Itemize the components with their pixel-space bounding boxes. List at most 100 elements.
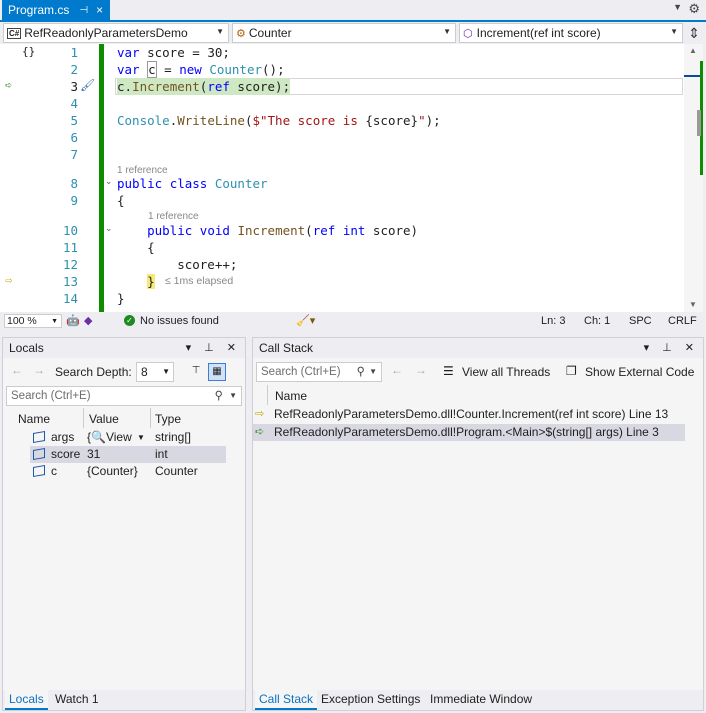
tab-program-cs[interactable]: Program.cs ⊣ × (2, 0, 110, 20)
panel-title: Call Stack (259, 341, 314, 355)
code-line: 11 { (0, 239, 703, 256)
extension-icon[interactable]: ◆ (84, 314, 92, 327)
line-number: 2 (70, 62, 78, 77)
call-stack-frame[interactable]: ⇨ RefReadonlyParametersDemo.dll!Counter.… (253, 406, 685, 423)
line-number: 14 (62, 291, 78, 306)
search-placeholder: Search (Ctrl+E) (11, 390, 91, 402)
code-line: 6 (0, 129, 703, 146)
tab-locals[interactable]: Locals (5, 690, 48, 710)
line-number: 5 (70, 113, 78, 128)
pin-icon[interactable]: ⊣ (79, 5, 88, 16)
collapse-icon[interactable]: ⌄ (105, 177, 113, 187)
column-divider[interactable] (83, 408, 84, 428)
frame-label: RefReadonlyParametersDemo.dll!Program.<M… (274, 425, 659, 439)
local-type: Counter (155, 464, 198, 478)
table-row-selected[interactable]: score 31 int (30, 446, 226, 463)
codelens-reference[interactable]: 1 reference (148, 211, 199, 222)
search-icon[interactable]: ⚲ (215, 387, 223, 405)
column-header-name[interactable]: Name (275, 389, 307, 403)
search-placeholder: Search (Ctrl+E) (261, 366, 341, 378)
line-indicator[interactable]: Ln: 3 (541, 315, 565, 327)
chevron-down-icon[interactable]: ▼ (369, 363, 377, 381)
vertical-scrollbar[interactable]: ▲ ▼ (684, 44, 703, 312)
chevron-down-icon: ▼ (162, 367, 170, 376)
perf-tip: ≤ 1ms elapsed (165, 275, 234, 287)
document-tab-strip: Program.cs ⊣ × ▼ ⚙ (0, 0, 706, 22)
close-icon[interactable]: × (96, 3, 103, 17)
chevron-down-icon[interactable]: ▼ (137, 429, 145, 446)
zoom-dropdown[interactable]: 100 % ▼ (4, 314, 62, 328)
scroll-up-icon[interactable]: ▲ (689, 46, 697, 55)
local-type: int (155, 447, 168, 461)
issues-status[interactable]: No issues found (140, 315, 219, 327)
member-dropdown[interactable]: ⬡ Increment(ref int score) ▼ (459, 23, 683, 43)
current-frame-arrow-icon: ⇨ (255, 408, 265, 420)
tab-title: Program.cs (8, 3, 70, 17)
column-header-name[interactable]: Name (18, 412, 50, 426)
search-icon[interactable]: ⚲ (357, 363, 365, 381)
chevron-down-icon: ▼ (51, 318, 58, 325)
tab-call-stack[interactable]: Call Stack (255, 690, 318, 710)
column-header-value[interactable]: Value (89, 412, 119, 426)
instruction-pointer-icon[interactable]: ➪ (5, 78, 12, 92)
type-dropdown[interactable]: ⚙ Counter ▼ (232, 23, 456, 43)
toggle-hex-icon[interactable]: ▦ (208, 363, 226, 381)
column-indicator[interactable]: Ch: 1 (584, 315, 610, 327)
current-frame-arrow-icon[interactable]: ⇨ (5, 273, 12, 287)
collapse-icon[interactable]: ⌄ (105, 224, 113, 234)
line-number: 10 (62, 223, 78, 238)
local-value: {🔍View (87, 430, 132, 444)
line-number: 4 (70, 96, 78, 111)
pin-to-source-icon[interactable]: ⊤ (187, 363, 205, 381)
back-arrow-icon[interactable]: ← (11, 363, 23, 377)
copilot-icon[interactable]: 🤖 (66, 314, 80, 327)
navigation-bar: C# RefReadonlyParametersDemo ▼ ⚙ Counter… (0, 22, 706, 44)
code-line: 7 (0, 146, 703, 163)
scroll-down-icon[interactable]: ▼ (689, 300, 697, 309)
code-cleanup-brush-icon[interactable]: 🧹▾ (296, 314, 315, 327)
line-ending-indicator[interactable]: CRLF (668, 315, 697, 327)
project-dropdown[interactable]: C# RefReadonlyParametersDemo ▼ (3, 23, 229, 43)
project-label: RefReadonlyParametersDemo (24, 26, 188, 40)
chevron-down-icon[interactable]: ▼ (229, 387, 237, 405)
call-stack-search-input[interactable]: Search (Ctrl+E) ⚲ ▼ (256, 362, 382, 382)
back-arrow-icon[interactable]: ← (391, 363, 403, 377)
zoom-label: 100 % (7, 315, 37, 327)
code-line: 12 score++; (0, 256, 703, 273)
local-type: string[] (155, 430, 192, 444)
variable-icon (33, 429, 49, 446)
panel-controls[interactable]: ▾ ⊥ ✕ (186, 338, 241, 358)
external-code-icon: ❐ (566, 364, 577, 378)
locals-search-input[interactable]: Search (Ctrl+E) ⚲ ▼ (6, 386, 242, 406)
whitespace-indicator[interactable]: SPC (629, 315, 652, 327)
table-row[interactable]: args {🔍View ▼ string[] (3, 429, 239, 446)
panel-controls[interactable]: ▾ ⊥ ✕ (644, 338, 699, 358)
split-window-icon[interactable]: ⇕ (688, 25, 700, 42)
tab-immediate-window[interactable]: Immediate Window (426, 690, 536, 710)
panel-title: Locals (9, 341, 44, 355)
column-header-type[interactable]: Type (155, 412, 181, 426)
chevron-down-icon: ▼ (216, 27, 224, 36)
column-divider[interactable] (150, 408, 151, 428)
scrollbar-thumb[interactable] (697, 110, 701, 136)
view-all-threads-button[interactable]: View all Threads (462, 365, 550, 379)
table-row[interactable]: c {Counter} Counter (3, 463, 239, 480)
tab-watch-1[interactable]: Watch 1 (51, 690, 103, 710)
gear-icon[interactable]: ⚙ (688, 1, 700, 17)
show-external-code-button[interactable]: Show External Code (585, 365, 694, 379)
tab-exception-settings[interactable]: Exception Settings (317, 690, 424, 710)
call-stack-frame-selected[interactable]: ➪ RefReadonlyParametersDemo.dll!Program.… (253, 424, 685, 441)
locals-tab-bar: Locals Watch 1 (3, 690, 245, 710)
line-number: 6 (70, 130, 78, 145)
line-number: 1 (70, 45, 78, 60)
local-value: 31 (87, 447, 101, 461)
variable-icon (33, 446, 49, 463)
locals-panel: Locals ▾ ⊥ ✕ ← → Search Depth: 8 ▼ ⊤ ▦ S… (2, 337, 246, 711)
search-depth-dropdown[interactable]: 8 ▼ (136, 362, 174, 382)
quick-action-brush-icon[interactable]: 🖌 (80, 78, 95, 92)
column-divider[interactable] (267, 385, 268, 405)
forward-arrow-icon[interactable]: → (33, 363, 45, 377)
tab-list-dropdown-icon[interactable]: ▼ (673, 2, 682, 12)
forward-arrow-icon[interactable]: → (415, 363, 427, 377)
code-editor[interactable]: {} 1 var score = 30; 2 var c = new Count… (0, 44, 703, 312)
